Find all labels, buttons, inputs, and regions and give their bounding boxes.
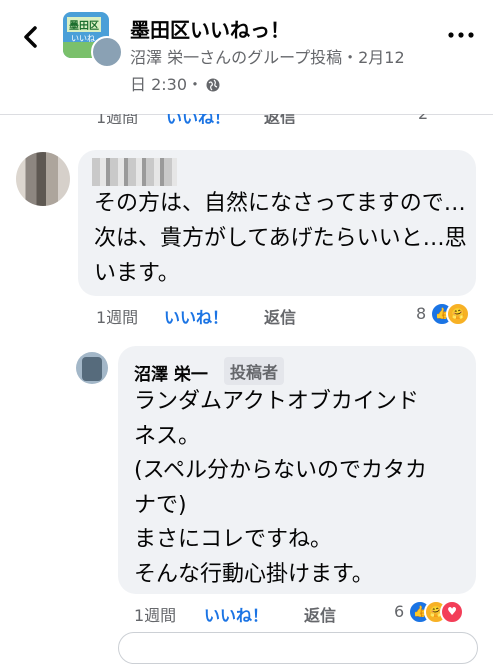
post-meta-text[interactable]: 沼澤 栄一さんのグループ投稿・2月12日 2:30・	[130, 48, 405, 94]
like-button[interactable]: いいね！	[204, 602, 268, 626]
care-icon[interactable]: 🤗	[446, 302, 470, 326]
group-title[interactable]: 墨田区いいねっ！	[130, 14, 290, 43]
commenter-avatar[interactable]	[16, 152, 70, 206]
reply-line: ネス。	[134, 423, 201, 449]
author-avatar[interactable]	[91, 36, 123, 68]
like-button[interactable]: いいね！	[166, 114, 230, 124]
reaction-count[interactable]: 2	[418, 114, 428, 123]
post-subtitle: 沼澤 栄一さんのグループ投稿・2月12日 2:30・	[130, 44, 420, 98]
reply-button[interactable]: 返信	[264, 304, 296, 328]
comment-time[interactable]: 1週間	[96, 304, 138, 328]
comment-time[interactable]: 1週間	[96, 114, 138, 124]
author-badge: 投稿者	[224, 357, 285, 385]
group-logo-text: 墨田区	[67, 17, 101, 32]
reaction-count[interactable]: 8	[416, 304, 426, 323]
post-header: 墨田区 いいね 墨田区いいねっ！ 沼澤 栄一さんのグループ投稿・2月12日 2:…	[0, 0, 493, 115]
chevron-left-icon[interactable]	[16, 22, 46, 52]
reply-button[interactable]: 返信	[264, 114, 296, 124]
comment-actions: 1週間 いいね！ 返信 8 👍 🤗	[96, 302, 486, 328]
comment-text: その方は、自然になさってますので…次は、貴方がしてあげたらいいと…思います。	[94, 191, 467, 286]
reply-line: ランダムアクトオブカインド	[134, 389, 419, 414]
reply-line: まさにコレですね。	[134, 527, 333, 552]
commenter-name-blurred[interactable]	[92, 158, 177, 186]
reply-line: (スペル分からないのでカタカ	[134, 458, 428, 483]
reply-line: そんな行動心掛けます。	[134, 561, 374, 587]
reply-line: ナで)	[134, 492, 187, 518]
reply-author-name[interactable]: 沼澤 栄一	[134, 360, 208, 385]
reply-time[interactable]: 1週間	[134, 602, 176, 626]
group-avatar[interactable]: 墨田区 いいね	[63, 12, 123, 68]
previous-comment-actions: 1週間 いいね！ 返信 2	[0, 114, 493, 124]
love-icon[interactable]: ♥	[440, 600, 464, 624]
reply-author-avatar[interactable]	[76, 352, 108, 384]
globe-icon	[206, 78, 220, 92]
reply-actions: 1週間 いいね！ 返信 6 👍 🤗 ♥	[134, 600, 484, 626]
next-comment-bubble	[118, 632, 478, 664]
more-dots-icon[interactable]	[447, 26, 475, 44]
reply-button[interactable]: 返信	[304, 602, 336, 626]
reaction-count[interactable]: 6	[394, 602, 404, 621]
reply-text: ランダムアクトオブカインド ネス。 (スペル分からないのでカタカ ナで) まさに…	[134, 385, 474, 592]
like-button[interactable]: いいね！	[164, 304, 228, 328]
